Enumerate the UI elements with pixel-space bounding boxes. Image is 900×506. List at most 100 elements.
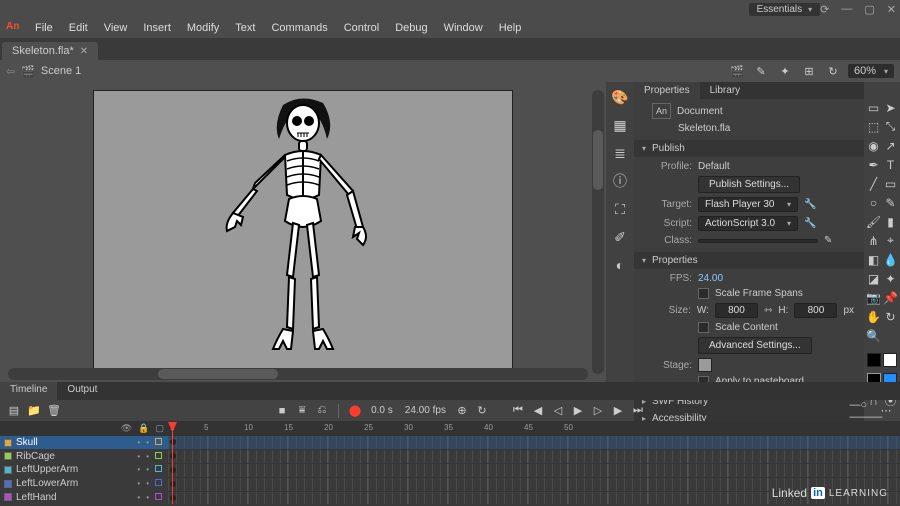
ink-bottle-tool[interactable]: ◧	[866, 252, 881, 267]
new-folder-icon[interactable]: 📁	[26, 403, 42, 419]
back-icon[interactable]: ⇦	[6, 65, 15, 78]
frame-marker-icon[interactable]: ⬤	[347, 403, 363, 419]
info-panel-icon[interactable]: ⓘ	[611, 172, 629, 190]
script-dropdown[interactable]: ActionScript 3.0	[698, 216, 798, 231]
wrench-icon[interactable]: 🔧	[804, 218, 816, 229]
layer-depth-icon[interactable]: ⩸	[294, 403, 310, 419]
class-input[interactable]	[698, 239, 818, 243]
tab-output[interactable]: Output	[57, 382, 107, 400]
publish-section-header[interactable]: Publish	[634, 140, 864, 157]
stage-area[interactable]	[0, 82, 606, 382]
rotation-tool[interactable]: ↻	[883, 309, 898, 324]
loop-icon[interactable]: ↻	[474, 403, 490, 419]
link-icon[interactable]: ⇿	[764, 305, 772, 316]
advanced-settings-button[interactable]: Advanced Settings...	[698, 337, 812, 354]
scale-content-checkbox[interactable]	[698, 322, 709, 333]
minimize-icon[interactable]: —	[841, 3, 852, 16]
menu-commands[interactable]: Commands	[264, 20, 334, 36]
width-tool[interactable]: ✦	[883, 271, 898, 286]
brush-panel-icon[interactable]: ✐	[611, 228, 629, 246]
delete-layer-icon[interactable]: 🗑	[46, 403, 62, 419]
menu-modify[interactable]: Modify	[180, 20, 226, 36]
pencil-icon[interactable]: ✎	[824, 235, 832, 246]
pen-tool[interactable]: ✒	[866, 157, 881, 172]
layer-lefthand[interactable]: LeftHand••	[0, 490, 168, 504]
text-tool[interactable]: T	[883, 157, 898, 172]
zoom-tool[interactable]: 🔍	[866, 328, 881, 343]
menu-text[interactable]: Text	[228, 20, 262, 36]
wrench-icon[interactable]: 🔧	[804, 199, 816, 210]
onion-skin-icon[interactable]: ⎌	[314, 403, 330, 419]
properties-section-header[interactable]: Properties	[634, 252, 864, 269]
close-tab-icon[interactable]: ✕	[80, 46, 88, 57]
clapboard-icon[interactable]: 🎬	[728, 62, 746, 80]
menu-file[interactable]: File	[28, 20, 60, 36]
center-frame-icon[interactable]: ⊕	[454, 403, 470, 419]
pencil-tool[interactable]: ✎	[883, 195, 898, 210]
fill-color-swatch[interactable]	[883, 353, 897, 367]
layer-skull[interactable]: Skull••	[0, 436, 168, 450]
camera-tool[interactable]: 📷	[866, 290, 881, 305]
layer-ribcage[interactable]: RibCage••	[0, 449, 168, 463]
bone-tool[interactable]: ⋔	[866, 233, 881, 248]
pin-tool[interactable]: 📌	[883, 290, 898, 305]
hand-tool[interactable]: ✋	[866, 309, 881, 324]
zoom-dropdown[interactable]: 60%	[848, 64, 894, 78]
frame-ruler[interactable]: 1 5 10 15 20 25 30 35 40 45 50	[168, 422, 900, 436]
sync-icon[interactable]: ⟳	[820, 3, 829, 16]
tab-timeline[interactable]: Timeline	[0, 382, 57, 400]
next-frame-icon[interactable]: ▷	[590, 403, 606, 419]
lock-column-icon[interactable]: 🔒	[138, 423, 149, 434]
edit-scene-icon[interactable]: ✎	[752, 62, 770, 80]
tab-properties[interactable]: Properties	[634, 82, 700, 99]
line-tool[interactable]: ╱	[866, 176, 881, 191]
horizontal-scrollbar[interactable]	[8, 368, 588, 380]
stage-canvas[interactable]	[93, 90, 513, 370]
color-panel-icon[interactable]: 🎨	[611, 88, 629, 106]
step-forward-icon[interactable]: ▶	[610, 403, 626, 419]
paint-bucket-tool[interactable]: ▮	[883, 214, 898, 229]
go-first-frame-icon[interactable]: ⏮	[510, 403, 526, 419]
oval-tool[interactable]: ○	[866, 195, 881, 210]
camera-layer-icon[interactable]: ■	[274, 403, 290, 419]
layer-leftupperarm[interactable]: LeftUpperArm••	[0, 463, 168, 477]
playhead[interactable]	[172, 422, 173, 504]
eyedropper-tool[interactable]: 💧	[883, 252, 898, 267]
maximize-icon[interactable]: ▢	[864, 3, 874, 16]
align-panel-icon[interactable]: ≣	[611, 144, 629, 162]
close-icon[interactable]: ✕	[887, 3, 896, 16]
free-transform-tool[interactable]: ⤡	[883, 119, 898, 134]
brush-tool[interactable]: 🖌	[866, 214, 881, 229]
arrow-tool[interactable]: ➤	[883, 100, 898, 115]
width-input[interactable]: 800	[715, 303, 758, 318]
stage-color-swatch[interactable]	[698, 358, 712, 372]
cc-libraries-icon[interactable]: ◐	[611, 256, 629, 274]
document-tab[interactable]: Skeleton.fla* ✕	[2, 42, 98, 60]
menu-insert[interactable]: Insert	[136, 20, 178, 36]
center-stage-icon[interactable]: ⊞	[800, 62, 818, 80]
prev-frame-icon[interactable]: ◁	[550, 403, 566, 419]
stroke-color-swatch[interactable]	[867, 353, 881, 367]
step-back-icon[interactable]: ◀	[530, 403, 546, 419]
zoom-timeline-slider[interactable]: —○———	[858, 403, 874, 419]
menu-help[interactable]: Help	[492, 20, 529, 36]
outline-column-icon[interactable]: ▢	[155, 423, 164, 434]
height-input[interactable]: 800	[794, 303, 837, 318]
scale-frame-spans-checkbox[interactable]	[698, 288, 709, 299]
fps-value[interactable]: 24.00	[698, 273, 723, 284]
bind-tool[interactable]: ⌖	[883, 233, 898, 248]
layer-leftlowerarm[interactable]: LeftLowerArm••	[0, 477, 168, 491]
menu-debug[interactable]: Debug	[388, 20, 434, 36]
lasso-tool[interactable]: ◉	[866, 138, 881, 153]
selection-tool[interactable]: ▭	[866, 100, 881, 115]
menu-edit[interactable]: Edit	[62, 20, 95, 36]
subselection-tool[interactable]: ⬚	[866, 119, 881, 134]
symbol-icon[interactable]: ✦	[776, 62, 794, 80]
menu-window[interactable]: Window	[437, 20, 490, 36]
target-dropdown[interactable]: Flash Player 30	[698, 197, 798, 212]
tab-library[interactable]: Library	[700, 82, 751, 99]
go-last-frame-icon[interactable]: ⏭	[630, 403, 646, 419]
menu-control[interactable]: Control	[337, 20, 386, 36]
transform-panel-icon[interactable]: ⛶	[611, 200, 629, 218]
timeline-options-icon[interactable]: ⋯	[878, 403, 894, 419]
